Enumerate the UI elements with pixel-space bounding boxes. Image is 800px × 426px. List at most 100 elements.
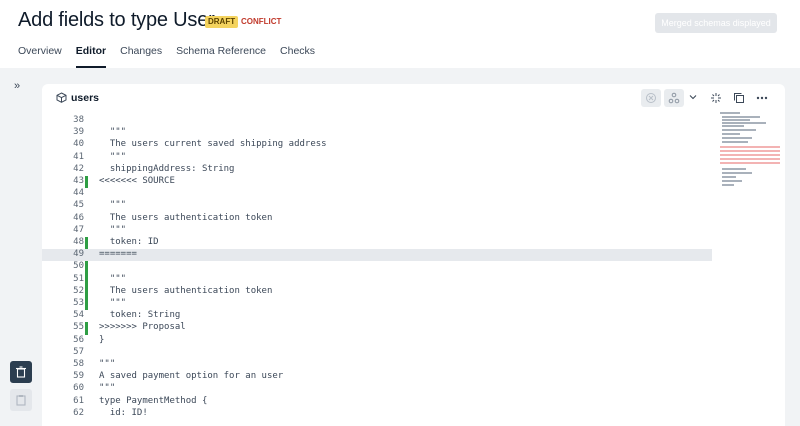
conflict-gutter-marker [85,261,88,274]
code-line-text: """ [99,383,116,394]
minimap-row [722,125,744,127]
code-line-text: shippingAddress: String [99,163,235,174]
line-number: 57 [73,346,84,357]
code-line-text: >>>>>>> Proposal [99,322,186,333]
page-title: Add fields to type User [18,9,215,31]
minimap-conflict-row [720,162,780,164]
conflict-gutter-marker [85,298,88,311]
line-number: 40 [73,139,84,150]
code-line: 38 [42,115,712,127]
code-line: 60 """ [42,383,712,395]
conflict-gutter-marker [85,322,88,335]
draft-badge: DRAFT [205,16,239,28]
code-line-text: """ [99,151,127,162]
panel-title: users [71,92,100,104]
code-line: 54 token: String [42,310,712,322]
code-line: 52 The users authentication token [42,285,712,298]
line-number: 41 [73,151,84,162]
minimap-conflict-row [720,158,780,160]
line-number: 53 [73,298,84,308]
minimap-conflict-row [720,146,780,148]
code-line-text: A saved payment option for an user [99,371,284,382]
code-line: 48 token: ID [42,237,712,250]
minimap-row [722,141,748,143]
conflict-gutter-marker [85,237,88,250]
code-line: 46 The users authentication token [42,213,712,225]
line-number: 58 [73,359,84,369]
trash-button[interactable] [10,361,32,383]
minimap-row [722,129,756,131]
minimap-row [722,116,760,118]
line-number: 42 [73,163,84,174]
code-line: 58 """ [42,359,712,371]
line-number: 52 [73,285,84,296]
clipboard-button[interactable] [10,389,32,411]
conflict-gutter-marker [85,176,88,189]
code-line: 56 } [42,335,712,347]
line-number: 50 [73,261,84,272]
page-header: Add fields to type User DRAFT CONFLICT M… [0,0,800,68]
code-line-text: The users current saved shipping address [99,139,327,150]
close-circle-button[interactable] [641,89,661,107]
close-circle-icon [646,93,656,103]
conflict-gutter-marker [85,273,88,286]
minimap-row [720,112,740,114]
minimap-row [722,119,750,121]
line-number: 44 [73,188,84,199]
code-line: 59 A saved payment option for an user [42,371,712,383]
minimap-conflict-row [720,150,780,152]
minimap-row [722,180,742,182]
double-chevron-right-icon[interactable]: » [14,80,20,92]
sparkle-icon[interactable] [710,92,722,104]
chevron-down-icon[interactable] [688,92,698,102]
tab-schema-reference[interactable]: Schema Reference [176,45,266,68]
merged-schemas-button[interactable]: Merged schemas displayed [655,13,777,33]
copy-icon[interactable] [733,92,745,104]
code-line: 51 """ [42,273,712,286]
minimap-row [722,184,734,186]
code-line-text: } [99,334,105,345]
line-number: 56 [73,334,84,345]
clipboard-icon [16,395,26,406]
line-number: 59 [73,371,84,382]
code-line-text: """ [99,359,116,369]
code-line: 44 [42,188,712,200]
code-editor[interactable]: 38 39 """ 40 The users current saved shi… [42,110,712,426]
line-number: 60 [73,383,84,394]
schema-editor-panel: users 38 39 """ 40 The users current sav… [42,84,785,426]
tab-checks[interactable]: Checks [280,45,315,68]
code-line-text: type PaymentMethod { [99,395,208,406]
minimap-row [722,137,752,139]
code-line-conflict: 43 <<<<<<< SOURCE [42,176,712,189]
code-line-text: """ [99,200,127,211]
code-line-text: """ [99,298,127,308]
tab-overview[interactable]: Overview [18,45,62,68]
code-line: 42 shippingAddress: String [42,164,712,176]
code-line: 41 """ [42,152,712,164]
line-number: 55 [73,322,84,333]
line-number: 62 [73,407,84,418]
line-number: 46 [73,212,84,223]
code-line-text: The users authentication token [99,285,273,296]
minimap-row [722,168,746,170]
line-number: 48 [73,237,84,247]
code-line: 45 """ [42,200,712,212]
graph-button[interactable] [664,89,684,107]
code-line: 62 id: ID! [42,408,712,420]
code-line-text: """ [99,224,127,235]
code-line-text: ======= [99,249,137,260]
left-sidebar: » [0,68,42,426]
minimap-row [722,133,740,135]
tab-bar: Overview Editor Changes Schema Reference… [18,45,329,69]
code-line-text: token: ID [99,237,159,247]
minimap-row [722,176,736,178]
tab-changes[interactable]: Changes [120,45,162,68]
minimap-row [722,122,766,124]
code-minimap[interactable] [720,110,782,200]
code-line-text: id: ID! [99,407,148,418]
cube-icon [56,92,67,103]
more-icon[interactable] [756,92,768,104]
code-line-text: """ [99,273,127,284]
tab-editor[interactable]: Editor [75,45,107,68]
code-line-text: <<<<<<< SOURCE [99,176,175,186]
